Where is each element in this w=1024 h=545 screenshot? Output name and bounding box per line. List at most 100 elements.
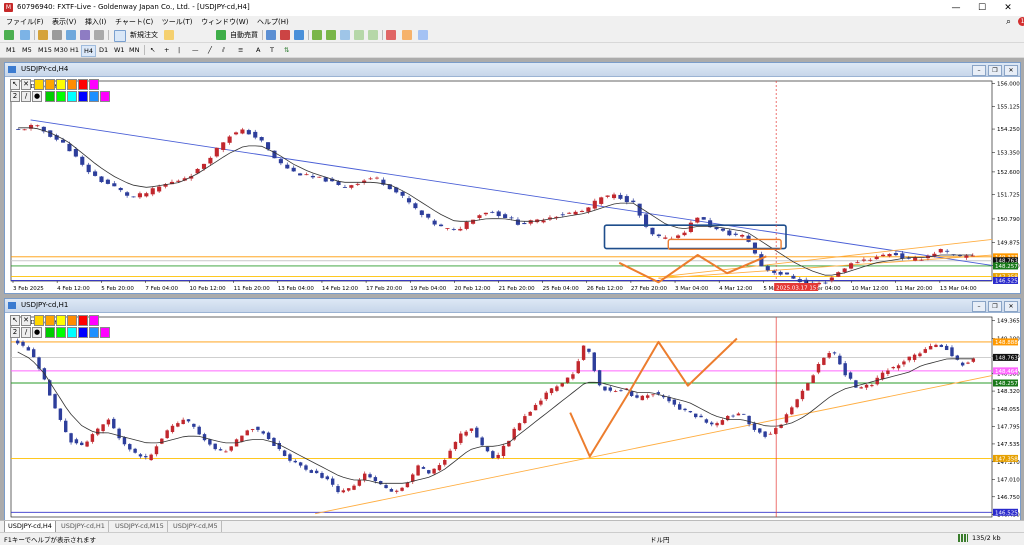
chart-minimize-button[interactable]: – [972,65,986,76]
palette-color-swatch[interactable] [67,327,77,338]
periods-icon[interactable] [402,30,412,40]
palette-color-swatch[interactable] [56,315,66,326]
palette-color-swatch[interactable] [89,315,99,326]
arrows-tool-icon[interactable]: ⇅ [282,45,291,55]
palette-color-swatch[interactable] [100,327,110,338]
text-tool-icon[interactable]: A [254,45,262,55]
notification-icon[interactable]: 1 [1018,17,1024,26]
palette-tool-icon[interactable]: ● [32,91,42,102]
tab-usdjpy-m5[interactable]: USDJPY-cd,M5 [170,521,222,532]
palette-tool-icon[interactable]: ✕ [21,79,31,90]
vertical-line-tool-icon[interactable]: | [176,45,182,55]
candle-body [881,254,886,257]
profiles-icon[interactable] [20,30,30,40]
timeframe-h4[interactable]: H4 [81,45,97,57]
data-window-icon[interactable] [52,30,62,40]
tile-windows-icon[interactable] [340,30,350,40]
new-order-button[interactable]: 新規注文 [127,29,161,41]
horizontal-line-tool-icon[interactable]: — [190,45,201,55]
palette-color-swatch[interactable] [89,91,99,102]
menu-insert[interactable]: 挿入(I) [85,16,107,28]
menu-help[interactable]: ヘルプ(H) [257,16,289,28]
palette-color-swatch[interactable] [56,327,66,338]
palette-tool-icon[interactable]: ↖ [10,315,20,326]
palette-tool-icon[interactable]: ✕ [21,315,31,326]
cursor-tool-icon[interactable]: ↖ [148,45,157,55]
palette-tool-icon[interactable]: ↖ [10,79,20,90]
timeframe-h1[interactable]: H1 [68,45,81,55]
palette-color-swatch[interactable] [67,315,77,326]
timeframe-m1[interactable]: M1 [4,45,18,55]
chart-restore-button[interactable]: ❐ [988,301,1002,312]
timeframe-mn[interactable]: MN [127,45,141,55]
h1-chart[interactable]: 149.365149.100148.840148.580148.320148.0… [5,313,1020,521]
palette-color-swatch[interactable] [89,79,99,90]
palette-color-swatch[interactable] [56,79,66,90]
palette-color-swatch[interactable] [45,91,55,102]
indicators-icon[interactable] [386,30,396,40]
palette-color-swatch[interactable] [45,79,55,90]
palette-color-swatch[interactable] [45,315,55,326]
menu-tools[interactable]: ツール(T) [162,16,193,28]
menu-view[interactable]: 表示(V) [52,16,76,28]
palette-color-swatch[interactable] [67,79,77,90]
autoscroll-icon[interactable] [368,30,378,40]
menu-chart[interactable]: チャート(C) [115,16,153,28]
timeframe-d1[interactable]: D1 [97,45,110,55]
palette-color-swatch[interactable] [67,91,77,102]
chart-close-button[interactable]: ✕ [1004,65,1018,76]
terminal-icon[interactable] [80,30,90,40]
timeframe-w1[interactable]: W1 [112,45,127,55]
market-watch-icon[interactable] [38,30,48,40]
new-chart-icon[interactable] [4,30,14,40]
label-tool-icon[interactable]: T [268,45,276,55]
palette-color-swatch[interactable] [78,327,88,338]
metaeditor-icon[interactable] [164,30,174,40]
palette-tool-icon[interactable]: ● [32,327,42,338]
palette-color-swatch[interactable] [78,79,88,90]
chart-close-button[interactable]: ✕ [1004,301,1018,312]
zoom-out-icon[interactable] [326,30,336,40]
templates-icon[interactable] [418,30,428,40]
palette-tool-icon[interactable]: 2 [10,91,20,102]
channel-tool-icon[interactable]: ⫽ [220,45,227,55]
palette-tool-icon[interactable]: 2 [10,327,20,338]
chart-minimize-button[interactable]: – [972,301,986,312]
line-chart-icon[interactable] [294,30,304,40]
palette-tool-icon[interactable]: / [21,91,31,102]
tab-usdjpy-m15[interactable]: USDJPY-cd,M15 [112,521,168,532]
close-button[interactable]: ✕ [994,0,1022,16]
bar-chart-icon[interactable] [266,30,276,40]
timeframe-m5[interactable]: M5 [20,45,34,55]
navigator-icon[interactable] [66,30,76,40]
strategy-tester-icon[interactable] [94,30,104,40]
palette-color-swatch[interactable] [89,327,99,338]
crosshair-tool-icon[interactable]: + [162,45,171,55]
h4-chart[interactable]: 156.000 155.125 154.250 153.350 152.600 151.7… [5,77,1020,293]
palette-color-swatch[interactable] [45,327,55,338]
chart-restore-button[interactable]: ❐ [988,65,1002,76]
tab-usdjpy-h1[interactable]: USDJPY-cd,H1 [58,521,109,532]
maximize-button[interactable]: ☐ [968,0,996,16]
chart-shift-icon[interactable] [354,30,364,40]
palette-color-swatch[interactable] [100,91,110,102]
auto-trade-button[interactable]: 自動売買 [228,29,260,41]
fibonacci-tool-icon[interactable]: ≡ [236,45,245,55]
menu-window[interactable]: ウィンドウ(W) [201,16,248,28]
candlestick-icon[interactable] [280,30,290,40]
chart-window-h1[interactable]: USDJPY-cd,H1 – ❐ ✕ 149.365149.100148.840… [4,298,1021,522]
minimize-button[interactable]: — [942,0,970,16]
palette-color-swatch[interactable] [78,91,88,102]
menu-file[interactable]: ファイル(F) [6,16,44,28]
search-icon[interactable]: ⌕ [1006,16,1011,28]
trendline-tool-icon[interactable]: ╱ [206,45,214,55]
palette-color-swatch[interactable] [34,79,44,90]
palette-tool-icon[interactable]: / [21,327,31,338]
palette-color-swatch[interactable] [56,91,66,102]
palette-color-swatch[interactable] [78,315,88,326]
chart-window-h4[interactable]: USDJPY-cd,H4 – ❐ ✕ 156.000 155.125 154.250… [4,62,1021,294]
zoom-in-icon[interactable] [312,30,322,40]
palette-color-swatch[interactable] [34,315,44,326]
new-order-icon[interactable] [114,30,126,42]
auto-trade-icon[interactable] [216,30,226,40]
